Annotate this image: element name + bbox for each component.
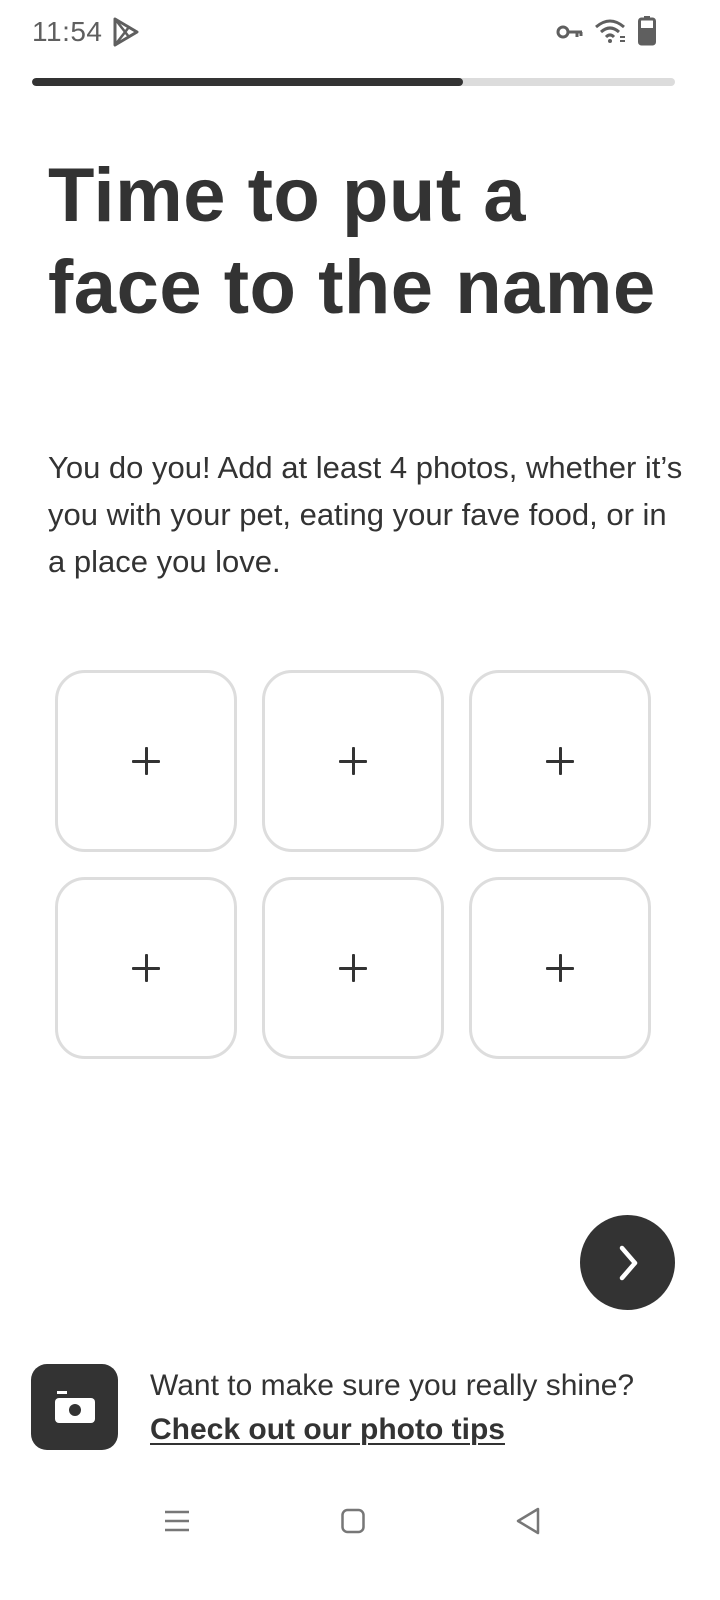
home-icon[interactable] [341,1508,365,1539]
camera-icon [54,1391,95,1423]
photo-slot-1[interactable] [55,670,237,852]
photo-slot-4[interactable] [55,877,237,1059]
status-time: 11:54 [32,16,103,47]
photo-slot-3[interactable] [469,670,651,852]
menu-icon[interactable] [164,1508,190,1539]
photo-slot-6[interactable] [469,877,651,1059]
navigation-bar [0,1490,720,1554]
back-icon[interactable] [514,1506,542,1541]
page-title: Time to put a face to the name [48,153,656,330]
plus-icon [546,954,574,982]
plus-icon [546,747,574,775]
photo-tips-link[interactable]: Check out our photo tips [150,1410,505,1450]
page-subtitle: You do you! Add at least 4 photos, wheth… [48,450,683,579]
photo-slot-2[interactable] [262,670,444,852]
wifi-icon [594,18,626,49]
plus-icon [132,954,160,982]
plus-icon [339,747,367,775]
screen: 11:54 Time to put a face to the name You… [0,0,720,1600]
photo-tips-question: Want to make sure you really shine? [150,1369,635,1402]
plus-icon [339,954,367,982]
progress-fill [32,78,463,86]
plus-icon [132,747,160,775]
photo-tips-camera-button[interactable] [31,1364,118,1450]
play-store-icon [112,17,140,52]
photo-slot-5[interactable] [262,877,444,1059]
vpn-key-icon [556,22,584,47]
photo-tips: Want to make sure you really shine? Chec… [150,1366,710,1450]
next-button[interactable] [580,1215,675,1310]
progress-bar [32,78,675,86]
status-bar: 11:54 [0,0,720,64]
chevron-right-icon [619,1245,637,1280]
photo-grid [55,670,651,1059]
battery-icon [638,16,656,51]
